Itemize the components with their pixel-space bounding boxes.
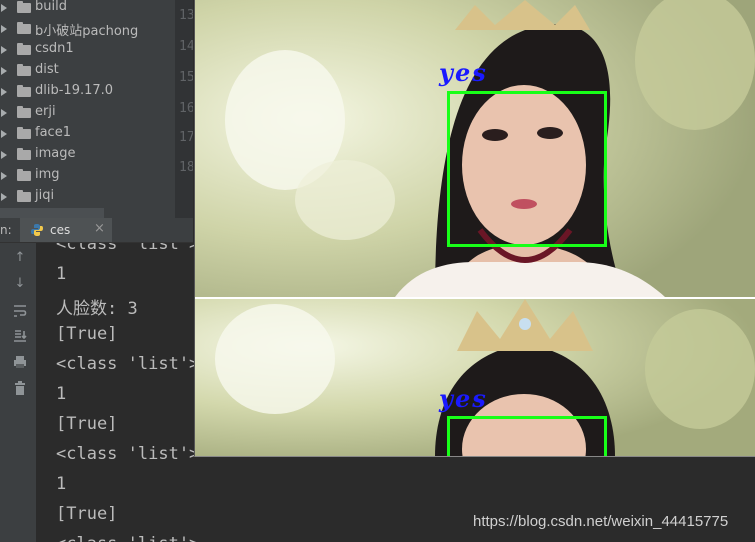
project-tree-panel: build b小破站pachong csdn1 dist dlib-19.17.… [0,0,193,218]
tab-label: ces [50,223,71,237]
line-number: 14 [179,39,193,54]
face-bounding-box [447,416,607,456]
scroll-to-end-icon[interactable] [12,328,28,344]
tree-scroll-edge [0,208,104,218]
folder-icon [17,148,31,160]
tree-item-folder[interactable]: dlib-19.17.0 [0,81,193,102]
tree-item-label: img [35,167,60,182]
console-line: [True] [56,504,118,524]
arrow-down-icon[interactable]: ↓ [12,276,28,292]
trash-icon[interactable] [12,380,28,396]
console-line: 1 [56,474,67,494]
console-line: 1 [56,384,67,404]
tree-item-folder[interactable]: image [0,144,193,165]
console-line: <class 'list'> [56,534,199,542]
print-icon[interactable] [12,354,28,370]
tree-item-folder[interactable]: dist [0,60,193,81]
close-icon[interactable]: × [94,221,105,236]
tree-item-label: dist [35,62,59,77]
soft-wrap-icon[interactable] [12,303,28,319]
watermark-url: https://blog.csdn.net/weixin_44415775 [473,513,729,530]
console-line: <class 'list'> [56,354,200,374]
line-number: 16 [179,101,193,116]
ide-window: build b小破站pachong csdn1 dist dlib-19.17.… [0,0,755,542]
console-line: 人脸数: 3 [56,299,138,319]
editor-line-gutter: 13 14 15 16 17 18 [175,0,193,218]
tab-ces[interactable]: ces × [20,218,112,242]
expand-arrow-icon[interactable] [1,46,7,54]
tree-item-folder[interactable]: build [0,0,193,18]
line-number: 17 [179,130,193,145]
folder-icon [17,169,31,181]
run-toolbar: ↑ ↓ [0,243,36,542]
folder-icon [17,127,31,139]
tree-item-folder[interactable]: face1 [0,123,193,144]
folder-icon [17,85,31,97]
expand-arrow-icon[interactable] [1,172,7,180]
folder-icon [17,43,31,55]
tree-item-label: erji [35,104,56,119]
expand-arrow-icon[interactable] [1,25,7,33]
run-tab-bar: n: ces × [0,218,193,243]
console-line: <class 'list'> [56,243,200,254]
expand-arrow-icon[interactable] [1,193,7,201]
expand-arrow-icon[interactable] [1,130,7,138]
line-number: 13 [179,8,193,23]
arrow-up-icon[interactable]: ↑ [12,250,28,266]
python-icon [31,224,43,236]
expand-arrow-icon[interactable] [1,151,7,159]
tree-item-folder[interactable]: img [0,165,193,186]
tree-item-folder[interactable]: csdn1 [0,39,193,60]
console-line: <class 'list'> [56,444,200,464]
expand-arrow-icon[interactable] [1,4,7,12]
tree-item-folder[interactable]: jiqi [0,186,193,207]
folder-icon [17,1,31,13]
tree-item-folder[interactable]: erji [0,102,193,123]
expand-arrow-icon[interactable] [1,109,7,117]
tree-item-label: b小破站pachong [35,24,139,39]
console-line: [True] [56,324,118,344]
image-preview-window[interactable]: yes yes [194,0,755,457]
detection-frame: yes [195,299,755,456]
folder-icon [17,106,31,118]
tree-item-label: image [35,146,76,161]
folder-icon [17,64,31,76]
detection-label: yes [439,384,488,413]
tree-item-label: face1 [35,125,71,140]
console-line: [True] [56,414,118,434]
detection-frame: yes [195,0,755,297]
tree-item-folder[interactable]: b小破站pachong [0,18,193,39]
tree-item-label: dlib-19.17.0 [35,83,114,98]
face-bounding-box [447,91,607,247]
expand-arrow-icon[interactable] [1,88,7,96]
console-line: 1 [56,264,67,284]
line-number: 15 [179,70,193,85]
detection-label: yes [439,58,488,87]
tree-item-label: csdn1 [35,41,74,56]
tree-item-label: build [35,0,67,14]
line-number: 18 [179,160,193,175]
run-panel-label: n: [0,223,12,237]
folder-icon [17,22,31,34]
folder-icon [17,190,31,202]
expand-arrow-icon[interactable] [1,67,7,75]
tree-item-label: jiqi [35,188,55,203]
